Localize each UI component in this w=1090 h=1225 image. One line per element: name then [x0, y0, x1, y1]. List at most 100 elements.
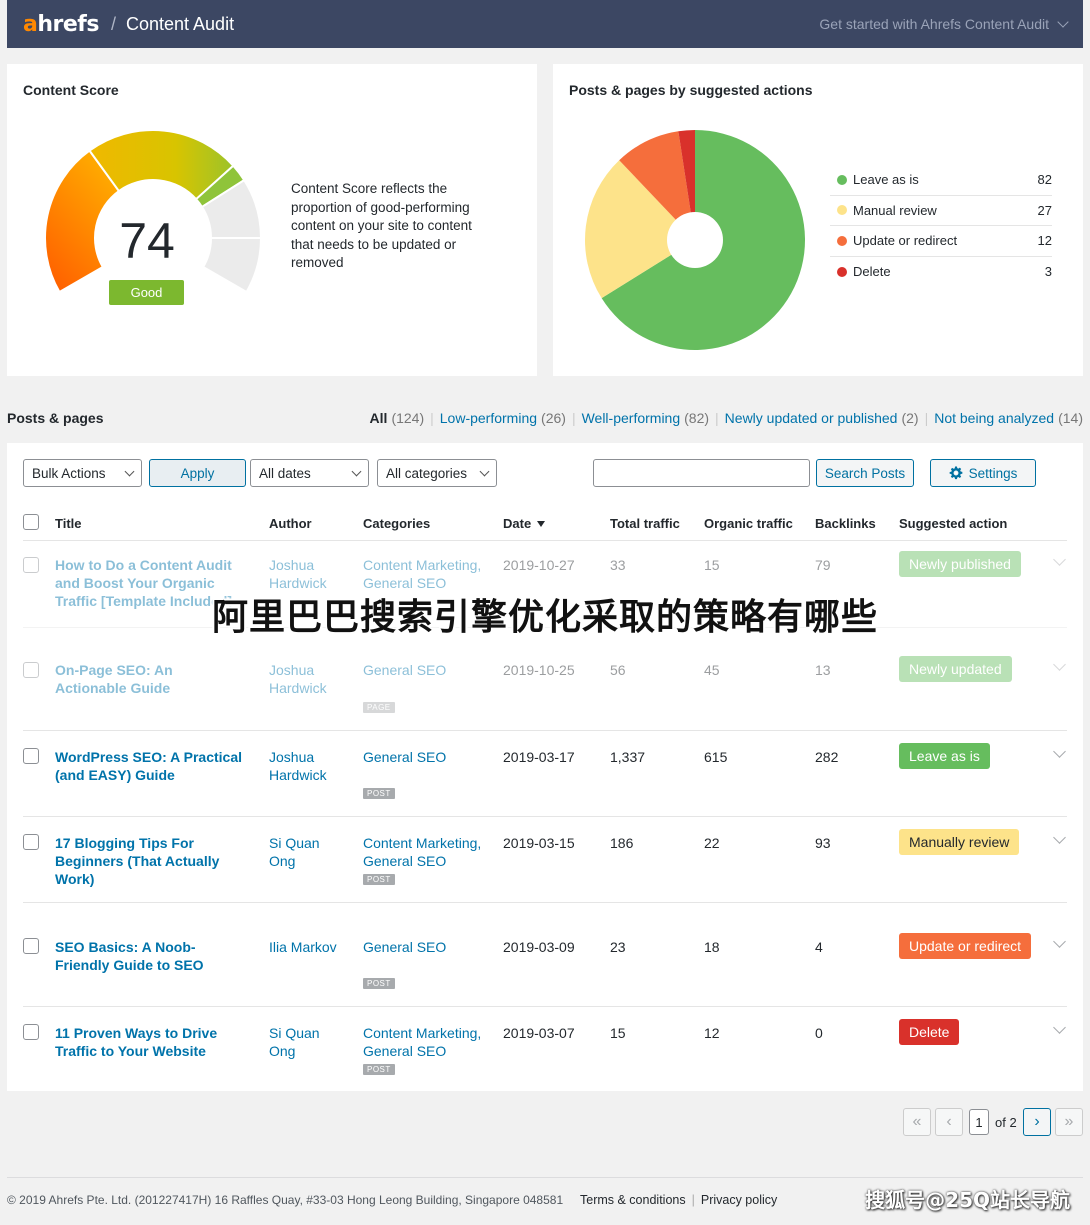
post-categories-link[interactable]: General SEO — [363, 938, 493, 956]
post-author-link[interactable]: Si Quan Ong — [269, 834, 349, 870]
post-categories-link[interactable]: Content Marketing, General SEO — [363, 556, 493, 592]
legend-item[interactable]: Delete 3 — [830, 257, 1052, 288]
legend-item[interactable]: Update or redirect 12 — [830, 226, 1052, 257]
column-backlinks[interactable]: Backlinks — [815, 516, 876, 531]
column-organic-traffic[interactable]: Organic traffic — [704, 516, 793, 531]
column-title[interactable]: Title — [55, 516, 82, 531]
suggested-actions-title: Posts & pages by suggested actions — [569, 82, 813, 98]
post-date: 2019-03-07 — [503, 1025, 575, 1041]
last-page-button[interactable]: » — [1055, 1108, 1083, 1136]
expand-row-icon[interactable] — [1053, 745, 1066, 758]
suggested-action-cell: Delete — [899, 1019, 960, 1045]
post-author-link[interactable]: Joshua Hardwick — [269, 556, 349, 592]
row-checkbox[interactable] — [23, 834, 39, 850]
next-page-button[interactable]: › — [1023, 1108, 1051, 1136]
post-type-tag: POST — [363, 978, 395, 989]
search-posts-button[interactable]: Search Posts — [816, 459, 914, 487]
expand-row-icon[interactable] — [1053, 553, 1066, 566]
post-categories-link[interactable]: Content Marketing, General SEO — [363, 1024, 493, 1060]
ahrefs-logo[interactable]: ahrefs — [23, 12, 99, 37]
post-title-link[interactable]: SEO Basics: A Noob-Friendly Guide to SEO — [55, 938, 235, 974]
post-backlinks: 93 — [815, 835, 831, 851]
post-total-traffic: 186 — [610, 835, 634, 851]
search-input[interactable] — [593, 459, 810, 487]
post-categories-link[interactable]: General SEO — [363, 748, 493, 766]
action-badge[interactable]: Newly published — [899, 551, 1021, 577]
post-organic-traffic: 45 — [704, 662, 720, 678]
post-total-traffic: 56 — [610, 662, 626, 678]
content-score-title: Content Score — [23, 82, 119, 98]
post-author-link[interactable]: Si Quan Ong — [269, 1024, 349, 1060]
legend-item[interactable]: Manual review 27 — [830, 196, 1052, 226]
legend-dot — [837, 205, 847, 216]
row-checkbox[interactable] — [23, 662, 39, 678]
bulk-actions-select[interactable]: Bulk Actions — [23, 459, 142, 487]
select-all-checkbox[interactable] — [23, 514, 39, 530]
legend-value: 82 — [1037, 172, 1052, 188]
table-row[interactable]: WordPress SEO: A Practical (and EASY) Gu… — [23, 730, 1067, 816]
legend-value: 12 — [1037, 233, 1052, 249]
post-title-link[interactable]: 11 Proven Ways to Drive Traffic to Your … — [55, 1024, 235, 1060]
terms-link[interactable]: Terms & conditions — [580, 1193, 686, 1207]
row-checkbox[interactable] — [23, 557, 39, 573]
post-title-link[interactable]: WordPress SEO: A Practical (and EASY) Gu… — [55, 748, 245, 784]
post-author-link[interactable]: Ilia Markov — [269, 938, 349, 956]
filter-all[interactable]: All (124) — [370, 410, 425, 426]
post-title-link[interactable]: 17 Blogging Tips For Beginners (That Act… — [55, 834, 235, 888]
prev-page-button[interactable]: ‹ — [935, 1108, 963, 1136]
filter-newly-updated[interactable]: Newly updated or published (2) — [725, 410, 919, 426]
expand-row-icon[interactable] — [1053, 935, 1066, 948]
table-row[interactable]: SEO Basics: A Noob-Friendly Guide to SEO… — [23, 902, 1067, 1006]
column-total-traffic[interactable]: Total traffic — [610, 516, 680, 531]
expand-row-icon[interactable] — [1053, 831, 1066, 844]
row-checkbox[interactable] — [23, 938, 39, 954]
filter-low-performing[interactable]: Low-performing (26) — [440, 410, 566, 426]
post-categories-link[interactable]: General SEO — [363, 661, 493, 679]
table-row[interactable]: On-Page SEO: An Actionable Guide Joshua … — [23, 627, 1067, 730]
post-total-traffic: 15 — [610, 1025, 626, 1041]
suggested-action-cell: Manually review — [899, 829, 1020, 855]
overlay-headline: 阿里巴巴搜索引擎优化采取的策略有哪些 — [211, 597, 878, 638]
footer-divider — [7, 1177, 1083, 1178]
table-row[interactable]: 11 Proven Ways to Drive Traffic to Your … — [23, 1006, 1067, 1091]
post-backlinks: 79 — [815, 557, 831, 573]
legend-item[interactable]: Leave as is 82 — [830, 165, 1052, 196]
categories-select[interactable]: All categories — [377, 459, 497, 487]
gear-icon — [949, 466, 962, 480]
post-author-link[interactable]: Joshua Hardwick — [269, 748, 349, 784]
post-organic-traffic: 18 — [704, 939, 720, 955]
action-badge[interactable]: Delete — [899, 1019, 960, 1045]
get-started-toggle[interactable]: Get started with Ahrefs Content Audit — [819, 16, 1069, 32]
filter-not-analyzed[interactable]: Not being analyzed (14) — [934, 410, 1083, 426]
action-badge[interactable]: Manually review — [899, 829, 1020, 855]
row-checkbox[interactable] — [23, 1024, 39, 1040]
privacy-link[interactable]: Privacy policy — [701, 1193, 777, 1207]
column-date[interactable]: Date — [503, 516, 546, 531]
current-page-input[interactable]: 1 — [969, 1109, 989, 1135]
post-status-filters: All (124) | Low-performing (26) | Well-per… — [369, 410, 1083, 426]
filter-well-performing[interactable]: Well-performing (82) — [582, 410, 709, 426]
apply-button[interactable]: Apply — [149, 459, 246, 487]
post-date: 2019-10-27 — [503, 557, 575, 573]
post-author-link[interactable]: Joshua Hardwick — [269, 661, 349, 697]
settings-button[interactable]: Settings — [930, 459, 1036, 487]
expand-row-icon[interactable] — [1053, 1021, 1066, 1034]
post-categories-link[interactable]: Content Marketing, General SEO — [363, 834, 493, 870]
post-total-traffic: 33 — [610, 557, 626, 573]
get-started-label: Get started with Ahrefs Content Audit — [819, 16, 1049, 32]
post-type-tag: POST — [363, 788, 395, 799]
post-backlinks: 4 — [815, 939, 823, 955]
post-title-link[interactable]: On-Page SEO: An Actionable Guide — [55, 661, 245, 697]
action-badge[interactable]: Update or redirect — [899, 933, 1032, 959]
expand-row-icon[interactable] — [1053, 658, 1066, 671]
post-backlinks: 282 — [815, 749, 839, 765]
action-badge[interactable]: Newly updated — [899, 656, 1012, 682]
table-row[interactable]: 17 Blogging Tips For Beginners (That Act… — [23, 816, 1067, 902]
action-badge[interactable]: Leave as is — [899, 743, 990, 769]
post-total-traffic: 23 — [610, 939, 626, 955]
dates-select[interactable]: All dates — [250, 459, 369, 487]
categories-value: All categories — [386, 465, 468, 481]
first-page-button[interactable]: « — [903, 1108, 931, 1136]
content-score-card: Content Score 74 Good Content Score refl… — [7, 64, 537, 376]
row-checkbox[interactable] — [23, 748, 39, 764]
